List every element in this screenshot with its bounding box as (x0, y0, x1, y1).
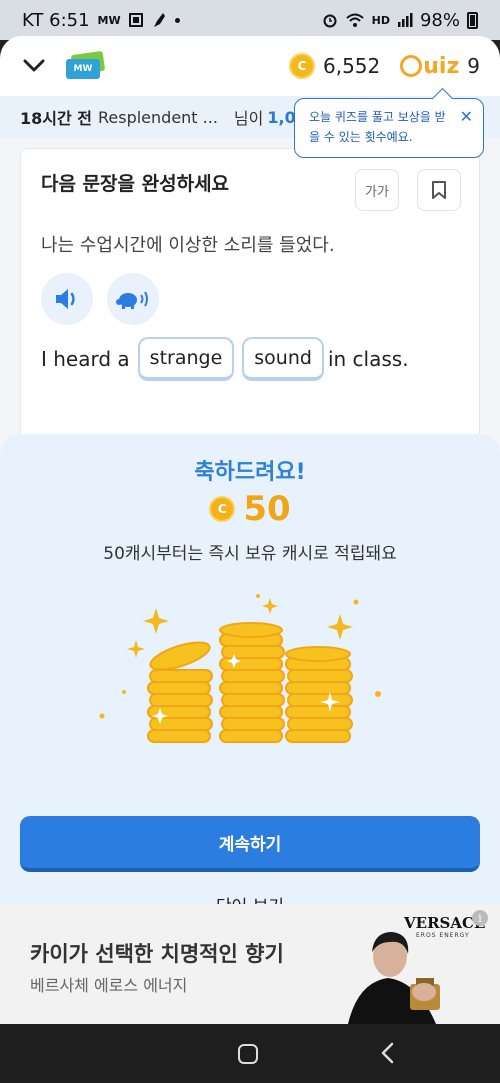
coin-stacks-illustration (99, 594, 381, 743)
home-button[interactable] (238, 1044, 258, 1064)
reward-amount: 50 (243, 489, 291, 529)
korean-sentence: 나는 수업시간에 이상한 소리를 들었다. (41, 235, 335, 256)
broom-icon (153, 13, 165, 27)
signal-icon (397, 13, 413, 27)
ticker-user: Resplendent ... (98, 107, 218, 127)
quiz-count: 9 (467, 54, 480, 78)
speaker-icon (56, 289, 75, 309)
quiz-label: uiz (423, 53, 460, 79)
ad-subtitle: 베르사체 에로스 에너지 (30, 976, 188, 995)
system-nav-bar (0, 1024, 500, 1083)
wifi-icon (345, 13, 364, 27)
quiz-card: 다음 문장을 완성하세요 가가 나는 수업시간에 이상한 소리를 들었다. I … (20, 148, 480, 478)
quiz-title: 다음 문장을 완성하세요 (41, 173, 230, 195)
header: MW C 6,552 uiz 9 (0, 36, 500, 96)
reward-sheet: 축하드려요! C 50 50캐시부터는 즉시 보유 캐시로 적립돼요 계속하기 (0, 434, 500, 917)
bookmark-button[interactable] (417, 169, 461, 211)
gallery-icon (128, 13, 143, 27)
quiz-count-tooltip: 오늘 퀴즈를 풀고 보상을 받을 수 있는 횟수예요. ✕ (294, 98, 484, 158)
chevron-down-icon (23, 59, 45, 72)
word-chip[interactable]: sound (242, 337, 324, 381)
status-app-icon: MW (97, 13, 121, 27)
sentence-suffix: in class. (327, 347, 409, 371)
ad-banner[interactable]: 카이가 선택한 치명적인 향기 베르사체 에로스 에너지 VERSACE ERO… (0, 904, 500, 1024)
app-screen: MW C 6,552 uiz 9 18시간 전 Resplendent ... … (0, 36, 500, 1024)
notification-dot (174, 17, 180, 23)
continue-button[interactable]: 계속하기 (20, 816, 480, 872)
tooltip-close-icon[interactable]: ✕ (460, 107, 473, 127)
word-chip[interactable]: strange (137, 337, 235, 381)
hd-badge: HD (371, 13, 390, 27)
reward-title: 축하드려요! (194, 460, 306, 485)
tooltip-text: 오늘 퀴즈를 풀고 보상을 받을 수 있는 횟수예요. (309, 110, 446, 144)
collapse-button[interactable] (20, 52, 48, 80)
back-icon[interactable] (380, 1042, 396, 1064)
status-bar: KT 6:51 MW HD 98% (0, 0, 500, 40)
ticker-amount: 1,0 (267, 107, 296, 127)
alarm-icon (323, 14, 337, 28)
status-time: KT 6:51 (22, 9, 90, 31)
ticker-suffix: 님이 (233, 109, 264, 128)
english-sentence: I heard a strange sound in class. (41, 337, 409, 381)
quiz-badge[interactable]: uiz 9 (400, 54, 480, 79)
battery-percent: 98% (419, 9, 460, 31)
sentence-prefix: I heard a (41, 347, 130, 371)
reward-amount-row: C 50 (0, 489, 500, 529)
coin-icon: C (209, 496, 236, 522)
app-logo: MW (66, 50, 106, 79)
font-size-button[interactable]: 가가 (355, 169, 399, 211)
cash-coin-icon: C (288, 53, 315, 79)
play-slow-audio-button[interactable] (107, 273, 159, 325)
turtle-speaker-icon (116, 291, 148, 309)
ad-brand-sub: EROS ENERGY (416, 932, 470, 939)
bookmark-icon (432, 181, 446, 199)
ad-title: 카이가 선택한 치명적인 향기 (30, 942, 284, 966)
reward-description: 50캐시부터는 즉시 보유 캐시로 적립돼요 (103, 544, 397, 564)
ticker-time: 18시간 전 (20, 109, 92, 128)
ad-info-icon[interactable]: i (472, 910, 488, 926)
play-audio-button[interactable] (41, 273, 93, 325)
battery-icon (467, 11, 478, 29)
cash-balance[interactable]: 6,552 (323, 54, 380, 78)
quiz-q-icon (400, 55, 423, 77)
